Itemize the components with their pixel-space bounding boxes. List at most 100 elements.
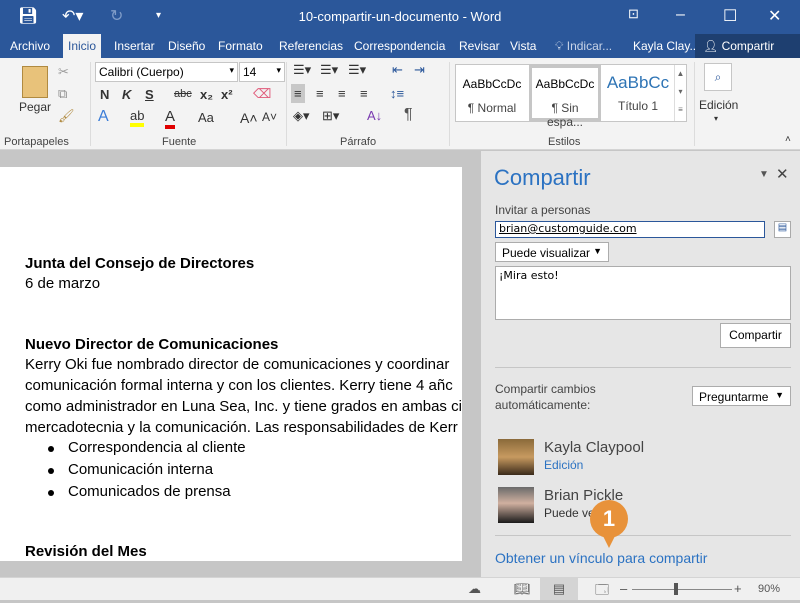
align-center-icon[interactable]: ≡ bbox=[316, 86, 324, 101]
divider bbox=[449, 62, 450, 146]
grow-font-icon[interactable]: A˄ bbox=[240, 110, 258, 126]
decrease-indent-icon[interactable]: ⇤ bbox=[392, 62, 403, 78]
doc-line: como administrador en Luna Sea, Inc. y t… bbox=[25, 398, 462, 415]
strikethrough-button[interactable]: abc bbox=[174, 88, 192, 100]
text-effects-icon[interactable]: A bbox=[98, 108, 109, 126]
ribbon-display-icon[interactable]: ⊡ bbox=[628, 6, 639, 22]
align-left-icon[interactable]: ≡ bbox=[291, 84, 305, 103]
ribbon-tabs: Archivo Inicio Insertar Diseño Formato R… bbox=[0, 34, 800, 58]
pane-close-icon[interactable]: ✕ bbox=[776, 165, 789, 183]
multilevel-list-icon[interactable]: ☰▾ bbox=[348, 62, 366, 78]
divider bbox=[286, 62, 287, 146]
avatar bbox=[498, 487, 534, 523]
read-mode-icon[interactable]: 📖︎ bbox=[514, 581, 531, 597]
style-titulo-1[interactable]: AaBbCc Título 1 bbox=[602, 65, 674, 121]
chevron-down-icon: ▾ bbox=[714, 114, 719, 123]
permission-dropdown[interactable]: Puede visualizar ▼ bbox=[495, 242, 609, 262]
font-size-select[interactable]: 14 ▾ bbox=[239, 62, 285, 82]
numbering-icon[interactable]: ☰▾ bbox=[320, 62, 338, 78]
divider bbox=[495, 367, 791, 368]
superscript-button[interactable]: x² bbox=[221, 87, 233, 102]
borders-icon[interactable]: ⊞▾ bbox=[322, 108, 339, 124]
invite-label: Invitar a personas bbox=[495, 203, 591, 217]
paste-button[interactable]: Pegar bbox=[19, 100, 51, 114]
zoom-slider-thumb[interactable] bbox=[674, 583, 679, 595]
bold-button[interactable]: N bbox=[100, 87, 109, 102]
tab-revisar[interactable]: Revisar bbox=[454, 34, 505, 58]
tab-diseno[interactable]: Diseño bbox=[163, 34, 210, 58]
bullets-icon[interactable]: ☰▾ bbox=[293, 62, 311, 78]
share-button[interactable]: 👤︎ Compartir bbox=[695, 34, 800, 58]
auto-share-dropdown[interactable]: Preguntarme ▼ bbox=[692, 386, 791, 406]
doc-bullet: Correspondencia al cliente bbox=[48, 439, 246, 456]
styles-scroll[interactable]: ▲ ▾ ≡ bbox=[674, 65, 686, 121]
font-color-icon[interactable]: A bbox=[165, 108, 176, 129]
sort-icon[interactable]: A↓ bbox=[367, 108, 382, 123]
cloud-icon: ☁ bbox=[468, 581, 481, 596]
zoom-in-icon[interactable]: + bbox=[734, 581, 742, 596]
increase-indent-icon[interactable]: ⇥ bbox=[414, 62, 425, 78]
tab-archivo[interactable]: Archivo bbox=[5, 34, 55, 58]
doc-line: mercadotecnia y la comunicación. Las res… bbox=[25, 419, 458, 436]
underline-button[interactable]: S bbox=[145, 87, 154, 102]
editing-button[interactable]: Edición bbox=[699, 98, 738, 112]
group-label-portapapeles: Portapapeles bbox=[4, 136, 69, 148]
italic-button[interactable]: K bbox=[122, 87, 131, 102]
search-icon[interactable]: ⌕ bbox=[704, 63, 732, 91]
tab-correspondencia[interactable]: Correspondencia bbox=[349, 34, 450, 58]
highlight-icon[interactable]: ab bbox=[130, 108, 145, 127]
share-send-button[interactable]: Compartir bbox=[720, 323, 791, 348]
print-layout-icon[interactable]: ▤ bbox=[540, 578, 578, 600]
show-marks-icon[interactable]: ¶ bbox=[404, 106, 413, 124]
account-name[interactable]: Kayla Clay... bbox=[628, 34, 704, 58]
pane-title: Compartir bbox=[494, 165, 591, 190]
lightbulb-icon: 💡︎ bbox=[555, 39, 564, 53]
person-permission[interactable]: Edición bbox=[544, 458, 583, 472]
tab-referencias[interactable]: Referencias bbox=[274, 34, 348, 58]
cut-icon[interactable]: ✂ bbox=[58, 64, 69, 80]
collapse-ribbon-icon[interactable]: ˄ bbox=[785, 134, 791, 145]
style-sin-espaciado[interactable]: AaBbCcDc ¶ Sin espa... bbox=[529, 65, 601, 129]
copy-icon[interactable]: ⧉ bbox=[58, 86, 67, 102]
tab-inicio[interactable]: Inicio bbox=[63, 34, 102, 58]
justify-icon[interactable]: ≡ bbox=[360, 86, 368, 101]
chevron-down-icon: ▼ bbox=[593, 246, 602, 256]
minimize-icon[interactable]: – bbox=[676, 6, 685, 24]
doc-line: comunicación formal interna y con los cl… bbox=[25, 377, 453, 394]
group-label-fuente: Fuente bbox=[162, 136, 197, 148]
zoom-level[interactable]: 90% bbox=[758, 583, 780, 595]
subscript-button[interactable]: x₂ bbox=[200, 87, 213, 102]
address-book-icon[interactable]: ▤ bbox=[774, 221, 791, 238]
shrink-font-icon[interactable]: A˅ bbox=[262, 110, 277, 124]
change-case-button[interactable]: Aa bbox=[198, 110, 214, 125]
clear-formatting-icon[interactable]: ⌫ bbox=[253, 86, 271, 102]
line-spacing-icon[interactable]: ↕≡ bbox=[390, 86, 404, 101]
style-normal[interactable]: AaBbCcDc ¶ Normal bbox=[456, 65, 528, 121]
close-icon[interactable]: ✕ bbox=[768, 6, 781, 26]
divider bbox=[495, 535, 791, 536]
document-page[interactable]: Junta del Consejo de Directores 6 de mar… bbox=[0, 167, 462, 561]
styles-gallery: AaBbCcDc ¶ Normal AaBbCcDc ¶ Sin espa... A… bbox=[455, 64, 687, 129]
divider bbox=[90, 62, 91, 146]
doc-line: Kerry Oki fue nombrado director de comun… bbox=[25, 356, 450, 373]
person-name: Kayla Claypool bbox=[544, 439, 645, 456]
paste-icon[interactable] bbox=[22, 66, 48, 98]
maximize-icon[interactable]: ☐ bbox=[723, 6, 737, 26]
font-name-select[interactable]: Calibri (Cuerpo) ▾ bbox=[95, 62, 238, 82]
align-right-icon[interactable]: ≡ bbox=[338, 86, 346, 101]
tell-me-search[interactable]: 💡︎ Indicar... bbox=[550, 34, 617, 58]
pane-options-icon[interactable]: ▼ bbox=[759, 169, 769, 180]
format-painter-icon[interactable]: 🖌︎ bbox=[58, 108, 75, 124]
tab-vista[interactable]: Vista bbox=[505, 34, 541, 58]
get-share-link[interactable]: Obtener un vínculo para compartir bbox=[495, 550, 707, 566]
tab-formato[interactable]: Formato bbox=[213, 34, 268, 58]
doc-bullet: Comunicados de prensa bbox=[48, 483, 231, 500]
zoom-out-icon[interactable]: – bbox=[620, 581, 627, 596]
zoom-slider[interactable] bbox=[632, 589, 732, 590]
shading-icon[interactable]: ◈▾ bbox=[293, 108, 310, 124]
doc-line: 6 de marzo bbox=[25, 275, 101, 292]
invite-email-input[interactable]: brian@customguide.com bbox=[495, 221, 765, 238]
group-label-estilos: Estilos bbox=[548, 136, 581, 148]
message-textarea[interactable]: ¡Mira esto! bbox=[495, 266, 791, 320]
tab-insertar[interactable]: Insertar bbox=[109, 34, 160, 58]
